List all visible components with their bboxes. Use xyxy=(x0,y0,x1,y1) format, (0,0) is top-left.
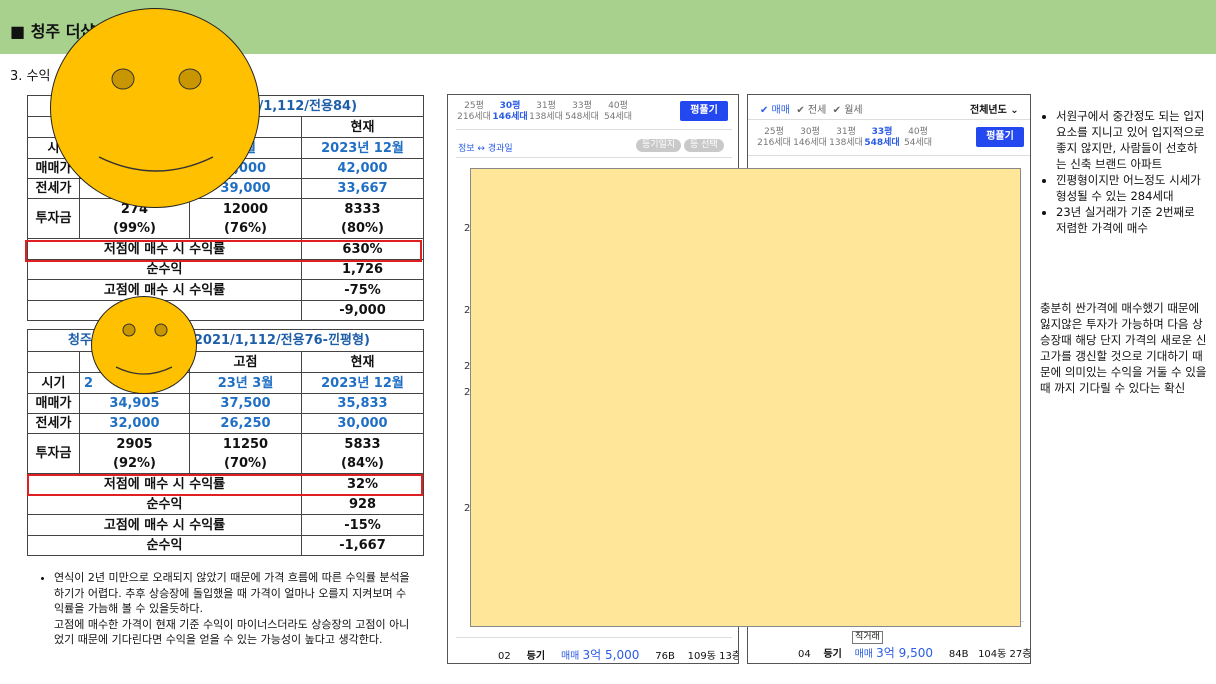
smiley-face-small xyxy=(91,296,197,394)
table1-cell: -9,000 xyxy=(300,300,425,321)
filter-sale[interactable]: ✔ 매매 xyxy=(760,105,790,116)
size-tab[interactable]: 33평 548세대 xyxy=(864,127,900,149)
table2-cell: 928 xyxy=(300,494,425,515)
table2-title-a: 청주 xyxy=(68,333,92,348)
size-tabs: 25평 216세대 30평 146세대 31평 138세대 33평 548세대 40평 5… xyxy=(756,127,936,149)
filter-jeonse[interactable]: ✔ 전세 xyxy=(796,105,826,116)
table2-row-label: 순수익 xyxy=(27,494,302,515)
section-label: 3. 수익 xyxy=(10,69,51,84)
table2-cell: 35,833 xyxy=(300,393,425,414)
table1-cell: 33,667 xyxy=(300,178,425,199)
table2-row-label: 저점에 매수 시 수익률 xyxy=(27,473,302,495)
deal-type-filters: ✔ 매매 ✔ 전세 ✔ 월세 xyxy=(760,101,863,116)
table2-cell: 32,000 xyxy=(79,413,190,434)
year-select[interactable]: 전체년도 ⌄ xyxy=(970,101,1019,116)
table2-row-label: 전세가 xyxy=(27,413,80,434)
table2-cell: 2905 xyxy=(116,436,153,452)
table1-row-label: 순수익 xyxy=(27,259,302,280)
size-tab[interactable]: 31평 138세대 xyxy=(828,127,864,149)
table2-cell: 2023년 12월 xyxy=(300,372,425,394)
table2-cell: -15% xyxy=(300,514,425,536)
table2-cell: 30,000 xyxy=(300,413,425,434)
size-tabs: 25평 216세대 30평 146세대 31평 138세대 33평 548세대 40평 5… xyxy=(456,101,636,123)
size-tab[interactable]: 40평 54세대 xyxy=(900,127,936,149)
right-note-bullet: 서원구에서 중간정도 되는 입지요소를 지니고 있어 입지적으로 좋지 않지만,… xyxy=(1056,108,1206,172)
table1-cell: -75% xyxy=(300,279,425,301)
table2-cell: 26,250 xyxy=(189,413,302,434)
size-tab[interactable]: 33평 548세대 xyxy=(564,101,600,123)
table2-cell: (92%) xyxy=(113,455,156,471)
size-tab[interactable]: 31평 138세대 xyxy=(528,101,564,123)
table1-cell: 1,726 xyxy=(300,259,425,280)
size-tab[interactable]: 30평 146세대 xyxy=(792,127,828,149)
table1-cell: (76%) xyxy=(224,220,267,236)
table2-row-label: 고점에 매수 시 수익률 xyxy=(27,514,302,536)
table2-row-label: 순수익 xyxy=(27,535,302,556)
table2-title-b: (2021/1,112/전용76-낀평형) xyxy=(187,333,370,348)
filter-monthly[interactable]: ✔ 월세 xyxy=(833,105,863,116)
expand-size-button[interactable]: 평풀기 xyxy=(976,127,1024,147)
size-tab[interactable]: 30평 146세대 xyxy=(492,101,528,123)
table2-col-current: 현재 xyxy=(300,351,425,373)
table2-cell: (70%) xyxy=(224,455,267,471)
table2-cell: 11250 xyxy=(222,436,269,452)
table1-cell: 2023년 12월 xyxy=(300,137,425,159)
size-tab[interactable]: 25평 216세대 xyxy=(456,101,492,123)
chip-select[interactable]: 등 선택 xyxy=(684,139,724,152)
table1-cell: (80%) xyxy=(341,220,384,236)
table1-cell: 630% xyxy=(300,238,425,260)
transaction-row[interactable]: 04 등기 매매 3억 9,500 84B 104동 27층 xyxy=(798,644,1030,661)
table2-cell: 5833 xyxy=(344,436,381,452)
table2-cell: (84%) xyxy=(341,455,384,471)
chip-registry[interactable]: 등기일지 xyxy=(636,139,682,152)
smiley-face-large xyxy=(50,8,260,208)
right-notes: 서원구에서 중간정도 되는 입지요소를 지니고 있어 입지적으로 좋지 않지만,… xyxy=(1040,108,1206,236)
table2-cell: 37,500 xyxy=(189,393,302,414)
expand-size-button[interactable]: 평풀기 xyxy=(680,101,728,121)
direct-deal-badge: 직거래 xyxy=(852,631,883,644)
right-note-bullet: 23년 실거래가 기준 2번째로 저렴한 가격에 매수 xyxy=(1056,204,1206,236)
table1-col-current: 현재 xyxy=(300,116,425,138)
table2-cell: -1,667 xyxy=(300,535,425,556)
info-label: 정보 ↔ 경과일 xyxy=(458,144,513,154)
redaction-overlay xyxy=(470,168,1021,627)
table2-cell: 23년 3월 xyxy=(189,372,302,394)
table1-cell: 8333 xyxy=(344,201,381,217)
bottom-note-line2: 고점에 매수한 가격이 현재 기준 수익이 마이너스더라도 상승장의 고점이 아… xyxy=(54,617,410,647)
table2-row-label: 매매가 xyxy=(27,393,80,414)
right-paragraph: 충분히 싼가격에 매수했기 때문에 잃지않은 투자가 가능하며 다음 상승장때 … xyxy=(1040,301,1207,395)
bottom-note: 연식이 2년 미만으로 오래되지 않았기 때문에 가격 흐름에 따른 수익률 분… xyxy=(36,570,412,648)
table1-cell: 42,000 xyxy=(300,158,425,179)
size-tab[interactable]: 40평 54세대 xyxy=(600,101,636,123)
table2-cell: 34,905 xyxy=(79,393,190,414)
table2-cell: 32% xyxy=(300,473,425,495)
table2-col-high: 고점 xyxy=(189,351,302,373)
table2-row-label: 시기 xyxy=(27,372,80,394)
transaction-row[interactable]: 02 등기 매매 3억 5,000 76B 109동 13층 xyxy=(498,646,738,663)
size-tab[interactable]: 25평 216세대 xyxy=(756,127,792,149)
table2-row-label: 투자금 xyxy=(27,433,80,474)
right-note-bullet: 낀평형이지만 어느정도 시세가 형성될 수 있는 284세대 xyxy=(1056,172,1206,204)
bottom-note-bullet: 연식이 2년 미만으로 오래되지 않았기 때문에 가격 흐름에 따른 수익률 분… xyxy=(54,570,412,617)
table1-cell: (99%) xyxy=(113,220,156,236)
table-2: 청주 (2021/1,112/전용76-낀평형) 고점 현재 시기 2 23년 3월 20… xyxy=(26,329,425,556)
table1-row-label: 저점에 매수 시 수익률 xyxy=(27,238,302,260)
